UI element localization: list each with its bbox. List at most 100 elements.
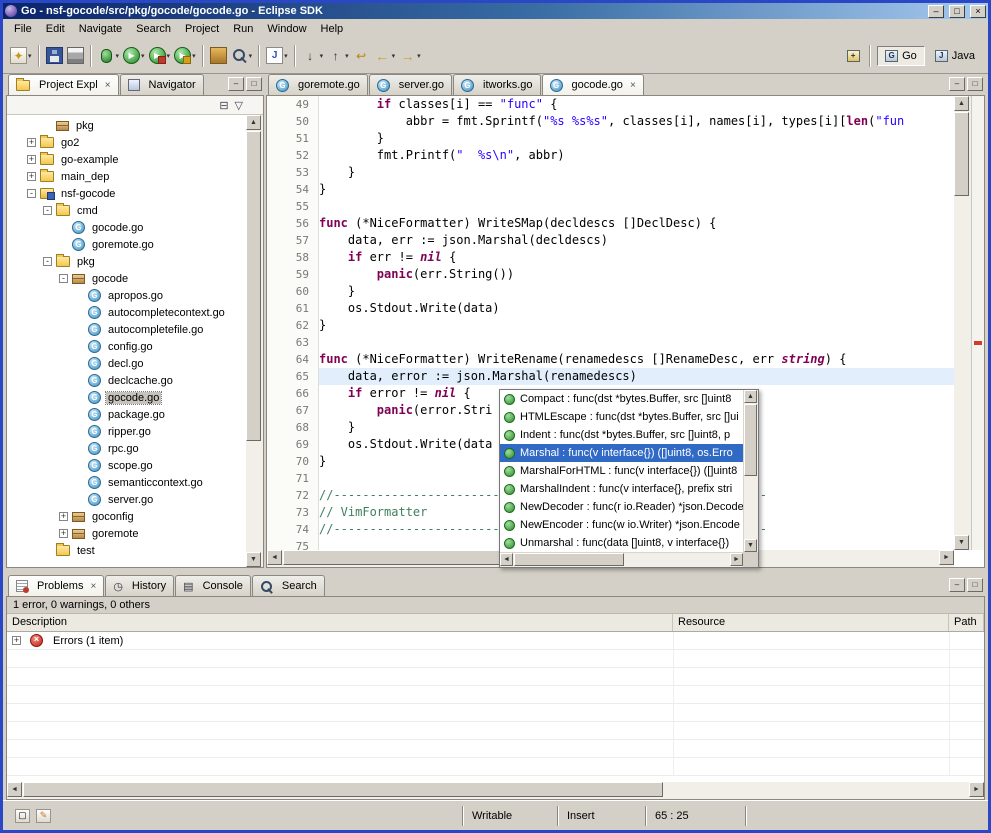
menu-file[interactable]: File <box>7 21 39 37</box>
forward-button[interactable]: →▾ <box>397 43 423 69</box>
menu-window[interactable]: Window <box>260 21 313 37</box>
previous-annotation-button[interactable]: ↑▾ <box>325 43 351 69</box>
menu-run[interactable]: Run <box>226 21 260 37</box>
coverage-button[interactable]: ▶▾ <box>172 43 198 69</box>
tree-item-goremote[interactable]: +goremote <box>7 525 246 542</box>
close-button[interactable]: × <box>970 5 986 18</box>
menu-help[interactable]: Help <box>314 21 351 37</box>
problems-row[interactable]: +Errors (1 item) <box>7 632 984 650</box>
minimize-view-icon[interactable]: – <box>228 77 244 91</box>
code-line-51[interactable]: 51 } <box>267 130 954 147</box>
scroll-right-icon[interactable]: ► <box>969 782 984 797</box>
tree-item-gocode[interactable]: -gocode <box>7 270 246 287</box>
maximize-editor-icon[interactable]: □ <box>967 77 983 91</box>
scroll-up-icon[interactable]: ▲ <box>954 96 969 111</box>
column-header-resource[interactable]: Resource <box>673 614 949 631</box>
problems-hscrollbar[interactable]: ◄ ► <box>7 782 984 799</box>
column-header-path[interactable]: Path <box>949 614 984 631</box>
tree-item-autocompletecontext.go[interactable]: autocompletecontext.go <box>7 304 246 321</box>
minus-expander-icon[interactable]: - <box>27 189 36 198</box>
run-external-tools-button[interactable]: ▶▾ <box>147 43 173 69</box>
scroll-right-icon[interactable]: ► <box>730 553 743 566</box>
dropdown-arrow-icon[interactable]: ▾ <box>116 52 120 60</box>
menu-project[interactable]: Project <box>178 21 226 37</box>
tree-item-gocode.go[interactable]: gocode.go <box>7 389 246 406</box>
dropdown-arrow-icon[interactable]: ▾ <box>249 52 253 60</box>
scroll-up-icon[interactable]: ▲ <box>246 115 261 130</box>
tab-navigator[interactable]: Navigator <box>120 74 204 95</box>
completion-item[interactable]: HTMLEscape : func(dst *bytes.Buffer, src… <box>500 408 743 426</box>
editor-tab-gocode.go[interactable]: gocode.go× <box>542 74 644 95</box>
collapse-all-icon[interactable]: ⊟ <box>219 99 228 112</box>
code-line-50[interactable]: 50 abbr = fmt.Sprintf("%s %s%s", classes… <box>267 113 954 130</box>
minus-expander-icon[interactable]: - <box>59 274 68 283</box>
completion-item[interactable]: Unmarshal : func(data []uint8, v interfa… <box>500 534 743 552</box>
scroll-thumb[interactable] <box>744 404 757 476</box>
tree-item-scope.go[interactable]: scope.go <box>7 457 246 474</box>
maximize-button[interactable]: □ <box>949 5 965 18</box>
tree-item-rpc.go[interactable]: rpc.go <box>7 440 246 457</box>
error-marker[interactable] <box>974 341 982 345</box>
code-line-57[interactable]: 57 data, err := json.Marshal(decldescs) <box>267 232 954 249</box>
print-button[interactable] <box>65 43 86 69</box>
next-annotation-button[interactable]: ↓▾ <box>300 43 326 69</box>
code-line-55[interactable]: 55 <box>267 198 954 215</box>
code-line-62[interactable]: 62} <box>267 317 954 334</box>
column-divider[interactable] <box>949 632 950 776</box>
tree-item-goremote.go[interactable]: goremote.go <box>7 236 246 253</box>
last-edit-location-button[interactable]: ↩ <box>351 43 372 69</box>
new-java-project-button[interactable]: J▾ <box>264 43 290 69</box>
scroll-up-icon[interactable]: ▲ <box>744 390 757 403</box>
tree-item-cmd[interactable]: -cmd <box>7 202 246 219</box>
perspective-java-button[interactable]: JJava <box>927 46 983 66</box>
editor-tab-goremote.go[interactable]: goremote.go <box>268 74 368 95</box>
code-line-61[interactable]: 61 os.Stdout.Write(data) <box>267 300 954 317</box>
dropdown-arrow-icon[interactable]: ▾ <box>284 52 288 60</box>
code-line-59[interactable]: 59 panic(err.String()) <box>267 266 954 283</box>
search-button[interactable]: ▾ <box>229 43 255 69</box>
plus-expander-icon[interactable]: + <box>27 155 36 164</box>
scroll-left-icon[interactable]: ◄ <box>7 782 22 797</box>
run-button[interactable]: ▶▾ <box>121 43 147 69</box>
scroll-left-icon[interactable]: ◄ <box>267 550 282 565</box>
tab-search[interactable]: Search <box>252 575 325 596</box>
code-line-53[interactable]: 53 } <box>267 164 954 181</box>
minimize-view-icon[interactable]: – <box>949 578 965 592</box>
menu-edit[interactable]: Edit <box>39 21 72 37</box>
minimize-editor-icon[interactable]: – <box>949 77 965 91</box>
tab-history[interactable]: ◷History <box>105 575 174 596</box>
tree-item-pkg[interactable]: -pkg <box>7 253 246 270</box>
minus-expander-icon[interactable]: - <box>43 257 52 266</box>
scroll-thumb[interactable] <box>246 131 261 441</box>
code-line-58[interactable]: 58 if err != nil { <box>267 249 954 266</box>
scroll-thumb[interactable] <box>23 782 663 797</box>
editor-tab-itworks.go[interactable]: itworks.go <box>453 74 541 95</box>
tree-item-gocode.go[interactable]: gocode.go <box>7 219 246 236</box>
tree-item-go-example[interactable]: +go-example <box>7 151 246 168</box>
popup-vscrollbar[interactable]: ▲ ▼ <box>743 390 758 552</box>
code-line-52[interactable]: 52 fmt.Printf(" %s\n", abbr) <box>267 147 954 164</box>
overview-ruler[interactable] <box>971 96 984 550</box>
tree-item-test[interactable]: test <box>7 542 246 559</box>
close-tab-icon[interactable]: × <box>630 80 636 91</box>
debug-button[interactable]: ▾ <box>96 43 122 69</box>
open-type-button[interactable] <box>208 43 229 69</box>
tree-item-server.go[interactable]: server.go <box>7 491 246 508</box>
dropdown-arrow-icon[interactable]: ▾ <box>28 52 32 60</box>
code-line-63[interactable]: 63 <box>267 334 954 351</box>
maximize-view-icon[interactable]: □ <box>967 578 983 592</box>
editor-tab-server.go[interactable]: server.go <box>369 74 452 95</box>
dropdown-arrow-icon[interactable]: ▾ <box>392 52 396 60</box>
minimize-button[interactable]: – <box>928 5 944 18</box>
tree-item-decl.go[interactable]: decl.go <box>7 355 246 372</box>
close-tab-icon[interactable]: × <box>90 581 96 592</box>
tree-item-autocompletefile.go[interactable]: autocompletefile.go <box>7 321 246 338</box>
plus-expander-icon[interactable]: + <box>27 172 36 181</box>
explorer-scrollbar[interactable]: ▲ ▼ <box>246 115 263 567</box>
scroll-thumb[interactable] <box>954 112 969 196</box>
completion-item[interactable]: Compact : func(dst *bytes.Buffer, src []… <box>500 390 743 408</box>
tree-item-goconfig[interactable]: +goconfig <box>7 508 246 525</box>
dropdown-arrow-icon[interactable]: ▾ <box>417 52 421 60</box>
column-divider[interactable] <box>673 632 674 776</box>
view-menu-icon[interactable]: ▽ <box>235 99 243 112</box>
